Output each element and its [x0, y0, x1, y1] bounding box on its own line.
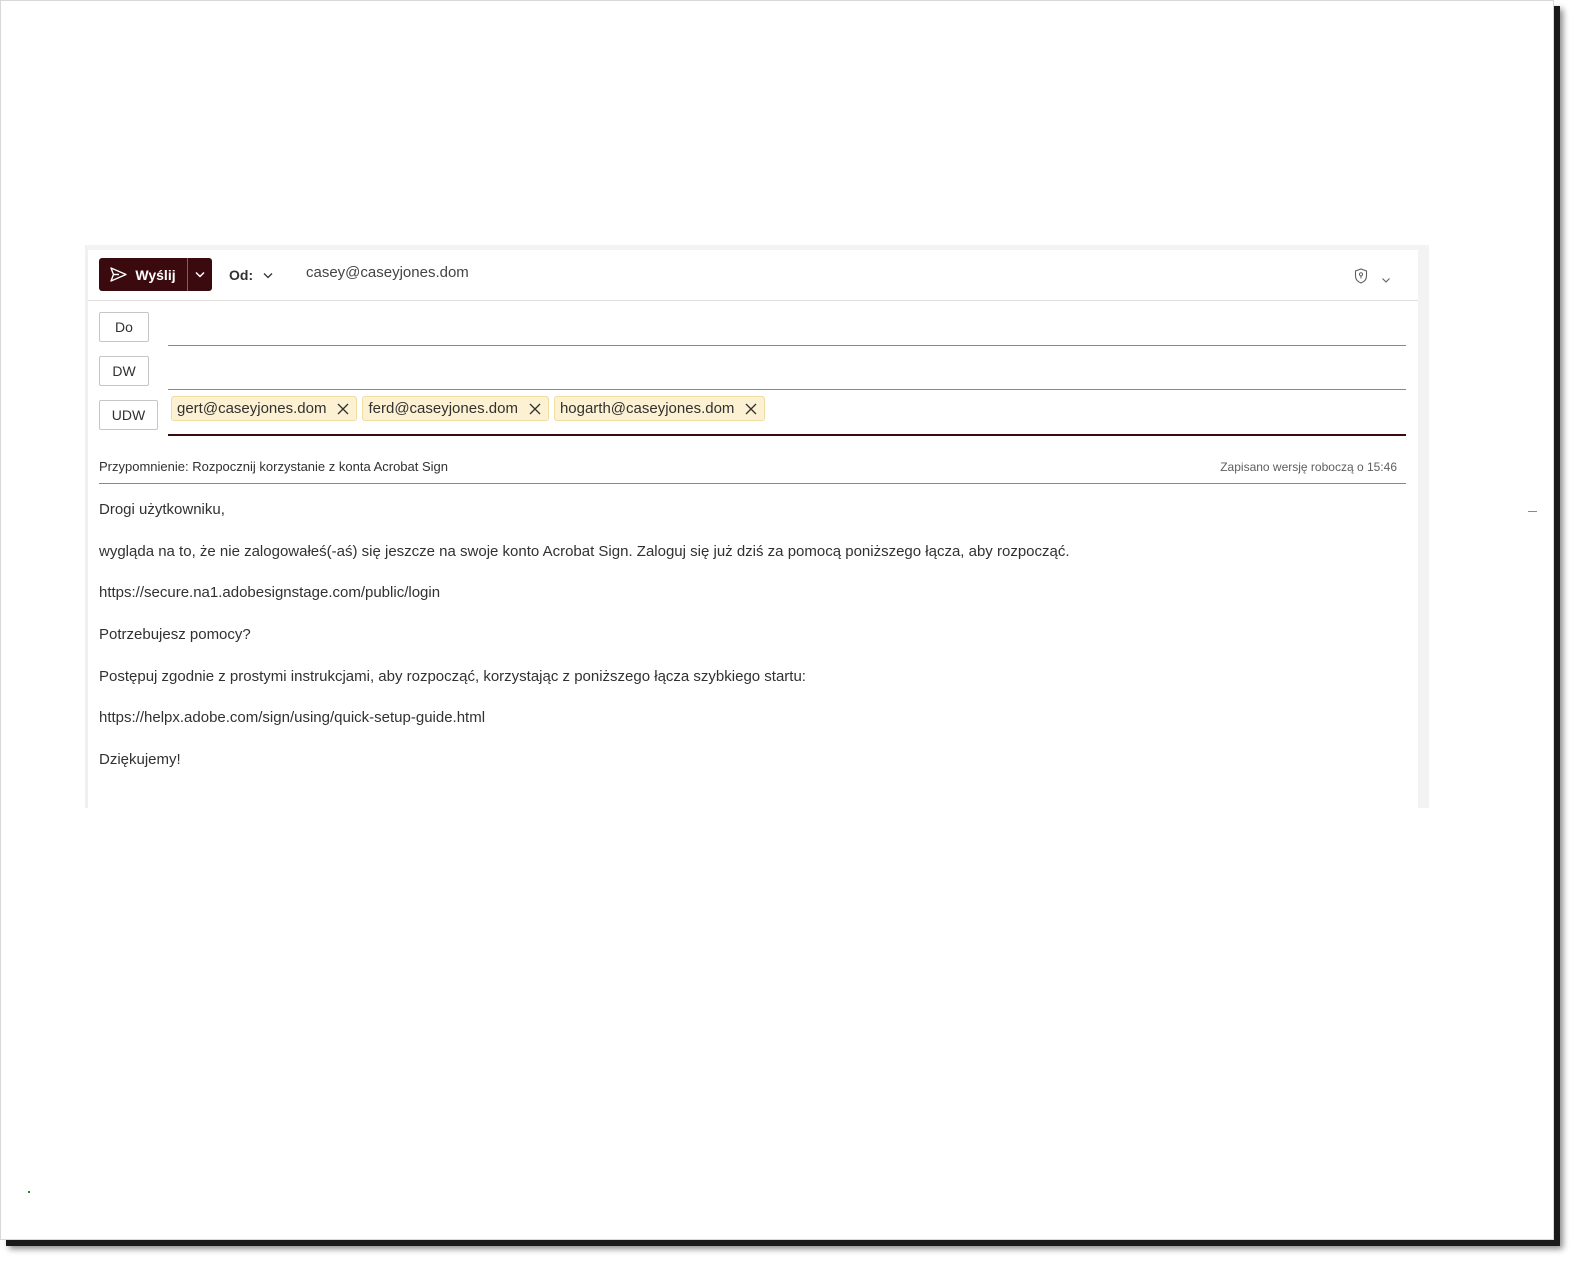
recipient-chip-label: gert@caseyjones.dom [177, 400, 327, 417]
body-paragraph: wygląda na to, że nie zalogowałeś(-aś) s… [99, 542, 1070, 560]
recipient-chip[interactable]: ferd@caseyjones.dom [362, 396, 549, 421]
body-paragraph: Drogi użytkowniku, [99, 501, 225, 518]
cc-row: DW [99, 356, 1406, 396]
bcc-button[interactable]: UDW [99, 400, 158, 430]
compose-pane: Wyślij Od: casey@caseyjones.dom Do DW UD… [85, 245, 1429, 808]
send-button[interactable]: Wyślij [99, 258, 187, 291]
send-button-group: Wyślij [99, 258, 212, 291]
body-paragraph: Dziękujemy! [99, 751, 181, 769]
bcc-row: UDW gert@caseyjones.dom ferd@caseyjones.… [99, 396, 1406, 440]
cc-input[interactable] [168, 389, 1406, 390]
close-icon[interactable] [744, 402, 758, 416]
to-input[interactable] [168, 345, 1406, 346]
recipient-chip[interactable]: hogarth@caseyjones.dom [553, 396, 766, 421]
to-button[interactable]: Do [99, 312, 149, 342]
from-address: casey@caseyjones.dom [306, 264, 469, 281]
send-options-dropdown[interactable] [187, 258, 212, 291]
body-paragraph: Potrzebujesz pomocy? [99, 626, 251, 644]
body-link[interactable]: https://secure.na1.adobesignstage.com/pu… [99, 583, 1406, 625]
recipient-chip-label: hogarth@caseyjones.dom [559, 400, 735, 417]
send-button-label: Wyślij [135, 266, 176, 283]
frame-corner-dot [28, 1191, 30, 1193]
chevron-down-icon [263, 272, 273, 279]
from-selector[interactable]: Od: [229, 267, 273, 283]
from-label: Od: [229, 267, 254, 283]
frame-edge-mark [1528, 511, 1537, 512]
chevron-down-icon [195, 271, 205, 278]
bcc-recipient-list: gert@caseyjones.dom ferd@caseyjones.dom … [171, 396, 766, 421]
compose-toolbar: Wyślij Od: casey@caseyjones.dom [88, 250, 1418, 301]
close-icon[interactable] [528, 402, 542, 416]
shield-icon[interactable] [1354, 268, 1368, 284]
chevron-down-icon[interactable] [1381, 271, 1391, 283]
body-link[interactable]: https://helpx.adobe.com/sign/using/quick… [99, 708, 1406, 750]
subject-text: Przypomnienie: Rozpocznij korzystanie z … [99, 459, 449, 474]
message-body[interactable]: Drogi użytkowniku, wygląda na to, że nie… [99, 500, 1406, 792]
bcc-input[interactable] [168, 434, 1406, 436]
close-icon[interactable] [336, 402, 350, 416]
send-icon [110, 267, 128, 282]
recipient-chip[interactable]: gert@caseyjones.dom [171, 396, 358, 421]
to-row: Do [99, 312, 1406, 352]
recipient-chip-label: ferd@caseyjones.dom [368, 400, 518, 417]
cc-button[interactable]: DW [99, 356, 149, 386]
subject-field[interactable]: Przypomnienie: Rozpocznij korzystanie z … [99, 455, 1406, 484]
draft-saved-status: Zapisano wersję roboczą o 15:46 [1220, 460, 1397, 474]
body-paragraph: Postępuj zgodnie z prostymi instrukcjami… [99, 667, 806, 685]
